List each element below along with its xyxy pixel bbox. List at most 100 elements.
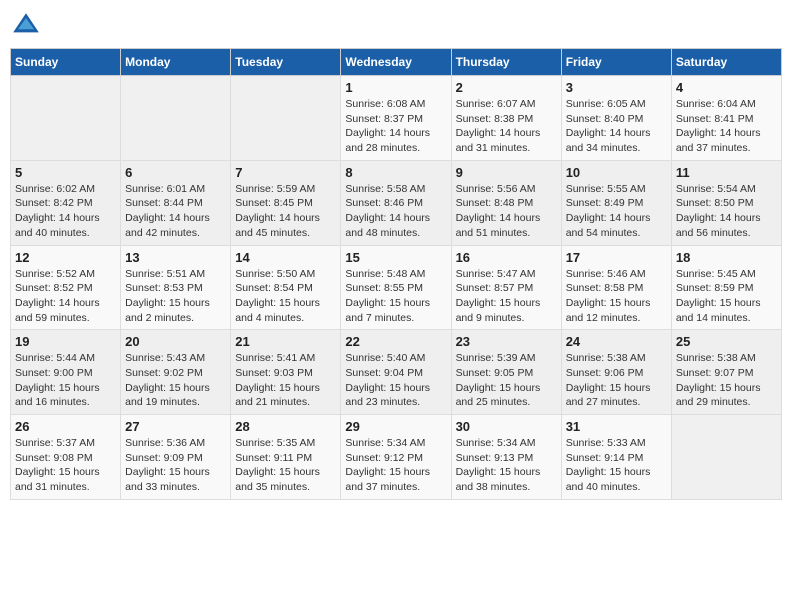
day-info: Sunrise: 5:55 AM Sunset: 8:49 PM Dayligh…: [566, 182, 667, 241]
calendar-cell: 20 Sunrise: 5:43 AM Sunset: 9:02 PM Dayli…: [121, 330, 231, 415]
calendar-cell: 8 Sunrise: 5:58 AM Sunset: 8:46 PM Daylig…: [341, 160, 451, 245]
header-saturday: Saturday: [671, 49, 781, 76]
header-sunday: Sunday: [11, 49, 121, 76]
calendar-cell: 15Sunrise: 5:48 AM Sunset: 8:55 PM Dayli…: [341, 245, 451, 330]
calendar-cell: 7Sunrise: 5:59 AM Sunset: 8:45 PM Daylig…: [231, 160, 341, 245]
week-row-5: 26Sunrise: 5:37 AM Sunset: 9:08 PM Dayli…: [11, 415, 782, 500]
day-number: 21: [235, 334, 336, 349]
calendar-cell: 11 Sunrise: 5:54 AM Sunset: 8:50 PM Dayli…: [671, 160, 781, 245]
day-info: Sunrise: 6:02 AM Sunset: 8:42 PM Dayligh…: [15, 182, 116, 241]
day-info: Sunrise: 5:44 AM Sunset: 9:00 PM Dayligh…: [15, 351, 116, 410]
day-number: 26: [15, 419, 116, 434]
day-info: Sunrise: 5:34 AM Sunset: 9:12 PM Dayligh…: [345, 436, 446, 495]
day-number: 15: [345, 250, 446, 265]
day-number: 28: [235, 419, 336, 434]
day-number: 4: [676, 80, 777, 95]
header-thursday: Thursday: [451, 49, 561, 76]
day-info: Sunrise: 5:43 AM Sunset: 9:02 PM Dayligh…: [125, 351, 226, 410]
calendar-cell: [121, 76, 231, 161]
calendar-cell: 26Sunrise: 5:37 AM Sunset: 9:08 PM Dayli…: [11, 415, 121, 500]
day-number: 8: [345, 165, 446, 180]
day-number: 25: [676, 334, 777, 349]
day-number: 3: [566, 80, 667, 95]
day-number: 9: [456, 165, 557, 180]
day-number: 5: [15, 165, 116, 180]
day-number: 31: [566, 419, 667, 434]
calendar-cell: 27Sunrise: 5:36 AM Sunset: 9:09 PM Dayli…: [121, 415, 231, 500]
calendar-cell: 16Sunrise: 5:47 AM Sunset: 8:57 PM Dayli…: [451, 245, 561, 330]
day-info: Sunrise: 5:45 AM Sunset: 8:59 PM Dayligh…: [676, 267, 777, 326]
calendar-cell: 9 Sunrise: 5:56 AM Sunset: 8:48 PM Daylig…: [451, 160, 561, 245]
logo-icon: [10, 10, 42, 42]
day-info: Sunrise: 5:39 AM Sunset: 9:05 PM Dayligh…: [456, 351, 557, 410]
day-number: 30: [456, 419, 557, 434]
header-row: SundayMondayTuesdayWednesdayThursdayFrid…: [11, 49, 782, 76]
calendar-cell: 14 Sunrise: 5:50 AM Sunset: 8:54 PM Dayli…: [231, 245, 341, 330]
calendar-cell: 25 Sunrise: 5:38 AM Sunset: 9:07 PM Dayli…: [671, 330, 781, 415]
day-info: Sunrise: 5:35 AM Sunset: 9:11 PM Dayligh…: [235, 436, 336, 495]
logo: [10, 10, 46, 42]
page-header: [10, 10, 782, 42]
calendar-cell: 18 Sunrise: 5:45 AM Sunset: 8:59 PM Dayli…: [671, 245, 781, 330]
calendar-cell: [231, 76, 341, 161]
week-row-3: 12 Sunrise: 5:52 AM Sunset: 8:52 PM Dayli…: [11, 245, 782, 330]
day-number: 18: [676, 250, 777, 265]
calendar-cell: 17 Sunrise: 5:46 AM Sunset: 8:58 PM Dayli…: [561, 245, 671, 330]
week-row-1: 1Sunrise: 6:08 AM Sunset: 8:37 PM Daylig…: [11, 76, 782, 161]
day-number: 16: [456, 250, 557, 265]
day-info: Sunrise: 6:01 AM Sunset: 8:44 PM Dayligh…: [125, 182, 226, 241]
calendar-cell: 21 Sunrise: 5:41 AM Sunset: 9:03 PM Dayli…: [231, 330, 341, 415]
day-info: Sunrise: 5:36 AM Sunset: 9:09 PM Dayligh…: [125, 436, 226, 495]
calendar-cell: 6Sunrise: 6:01 AM Sunset: 8:44 PM Daylig…: [121, 160, 231, 245]
calendar-cell: 10 Sunrise: 5:55 AM Sunset: 8:49 PM Dayli…: [561, 160, 671, 245]
day-info: Sunrise: 6:07 AM Sunset: 8:38 PM Dayligh…: [456, 97, 557, 156]
calendar-cell: 19 Sunrise: 5:44 AM Sunset: 9:00 PM Dayli…: [11, 330, 121, 415]
day-info: Sunrise: 6:04 AM Sunset: 8:41 PM Dayligh…: [676, 97, 777, 156]
day-info: Sunrise: 5:50 AM Sunset: 8:54 PM Dayligh…: [235, 267, 336, 326]
day-info: Sunrise: 5:38 AM Sunset: 9:06 PM Dayligh…: [566, 351, 667, 410]
day-number: 10: [566, 165, 667, 180]
calendar-cell: 5 Sunrise: 6:02 AM Sunset: 8:42 PM Daylig…: [11, 160, 121, 245]
day-number: 17: [566, 250, 667, 265]
day-info: Sunrise: 5:51 AM Sunset: 8:53 PM Dayligh…: [125, 267, 226, 326]
calendar-cell: [671, 415, 781, 500]
day-info: Sunrise: 6:05 AM Sunset: 8:40 PM Dayligh…: [566, 97, 667, 156]
day-number: 22: [345, 334, 446, 349]
day-info: Sunrise: 5:40 AM Sunset: 9:04 PM Dayligh…: [345, 351, 446, 410]
calendar-cell: [11, 76, 121, 161]
calendar-cell: 4 Sunrise: 6:04 AM Sunset: 8:41 PM Daylig…: [671, 76, 781, 161]
day-info: Sunrise: 5:38 AM Sunset: 9:07 PM Dayligh…: [676, 351, 777, 410]
calendar-cell: 13 Sunrise: 5:51 AM Sunset: 8:53 PM Dayli…: [121, 245, 231, 330]
day-number: 14: [235, 250, 336, 265]
header-tuesday: Tuesday: [231, 49, 341, 76]
day-info: Sunrise: 5:46 AM Sunset: 8:58 PM Dayligh…: [566, 267, 667, 326]
day-number: 12: [15, 250, 116, 265]
day-info: Sunrise: 5:41 AM Sunset: 9:03 PM Dayligh…: [235, 351, 336, 410]
calendar-cell: 28 Sunrise: 5:35 AM Sunset: 9:11 PM Dayli…: [231, 415, 341, 500]
day-number: 24: [566, 334, 667, 349]
calendar-cell: 23 Sunrise: 5:39 AM Sunset: 9:05 PM Dayli…: [451, 330, 561, 415]
calendar-table: SundayMondayTuesdayWednesdayThursdayFrid…: [10, 48, 782, 500]
header-wednesday: Wednesday: [341, 49, 451, 76]
day-number: 20: [125, 334, 226, 349]
calendar-cell: 1Sunrise: 6:08 AM Sunset: 8:37 PM Daylig…: [341, 76, 451, 161]
day-info: Sunrise: 5:54 AM Sunset: 8:50 PM Dayligh…: [676, 182, 777, 241]
calendar-cell: 12 Sunrise: 5:52 AM Sunset: 8:52 PM Dayli…: [11, 245, 121, 330]
day-number: 19: [15, 334, 116, 349]
day-number: 23: [456, 334, 557, 349]
calendar-cell: 30Sunrise: 5:34 AM Sunset: 9:13 PM Dayli…: [451, 415, 561, 500]
day-number: 11: [676, 165, 777, 180]
day-info: Sunrise: 5:52 AM Sunset: 8:52 PM Dayligh…: [15, 267, 116, 326]
day-info: Sunrise: 5:33 AM Sunset: 9:14 PM Dayligh…: [566, 436, 667, 495]
calendar-cell: 29 Sunrise: 5:34 AM Sunset: 9:12 PM Dayli…: [341, 415, 451, 500]
day-number: 2: [456, 80, 557, 95]
header-monday: Monday: [121, 49, 231, 76]
week-row-4: 19 Sunrise: 5:44 AM Sunset: 9:00 PM Dayli…: [11, 330, 782, 415]
day-info: Sunrise: 5:56 AM Sunset: 8:48 PM Dayligh…: [456, 182, 557, 241]
calendar-cell: 3 Sunrise: 6:05 AM Sunset: 8:40 PM Daylig…: [561, 76, 671, 161]
day-number: 29: [345, 419, 446, 434]
calendar-cell: 22 Sunrise: 5:40 AM Sunset: 9:04 PM Dayli…: [341, 330, 451, 415]
calendar-cell: 2 Sunrise: 6:07 AM Sunset: 8:38 PM Daylig…: [451, 76, 561, 161]
day-number: 13: [125, 250, 226, 265]
day-info: Sunrise: 5:58 AM Sunset: 8:46 PM Dayligh…: [345, 182, 446, 241]
